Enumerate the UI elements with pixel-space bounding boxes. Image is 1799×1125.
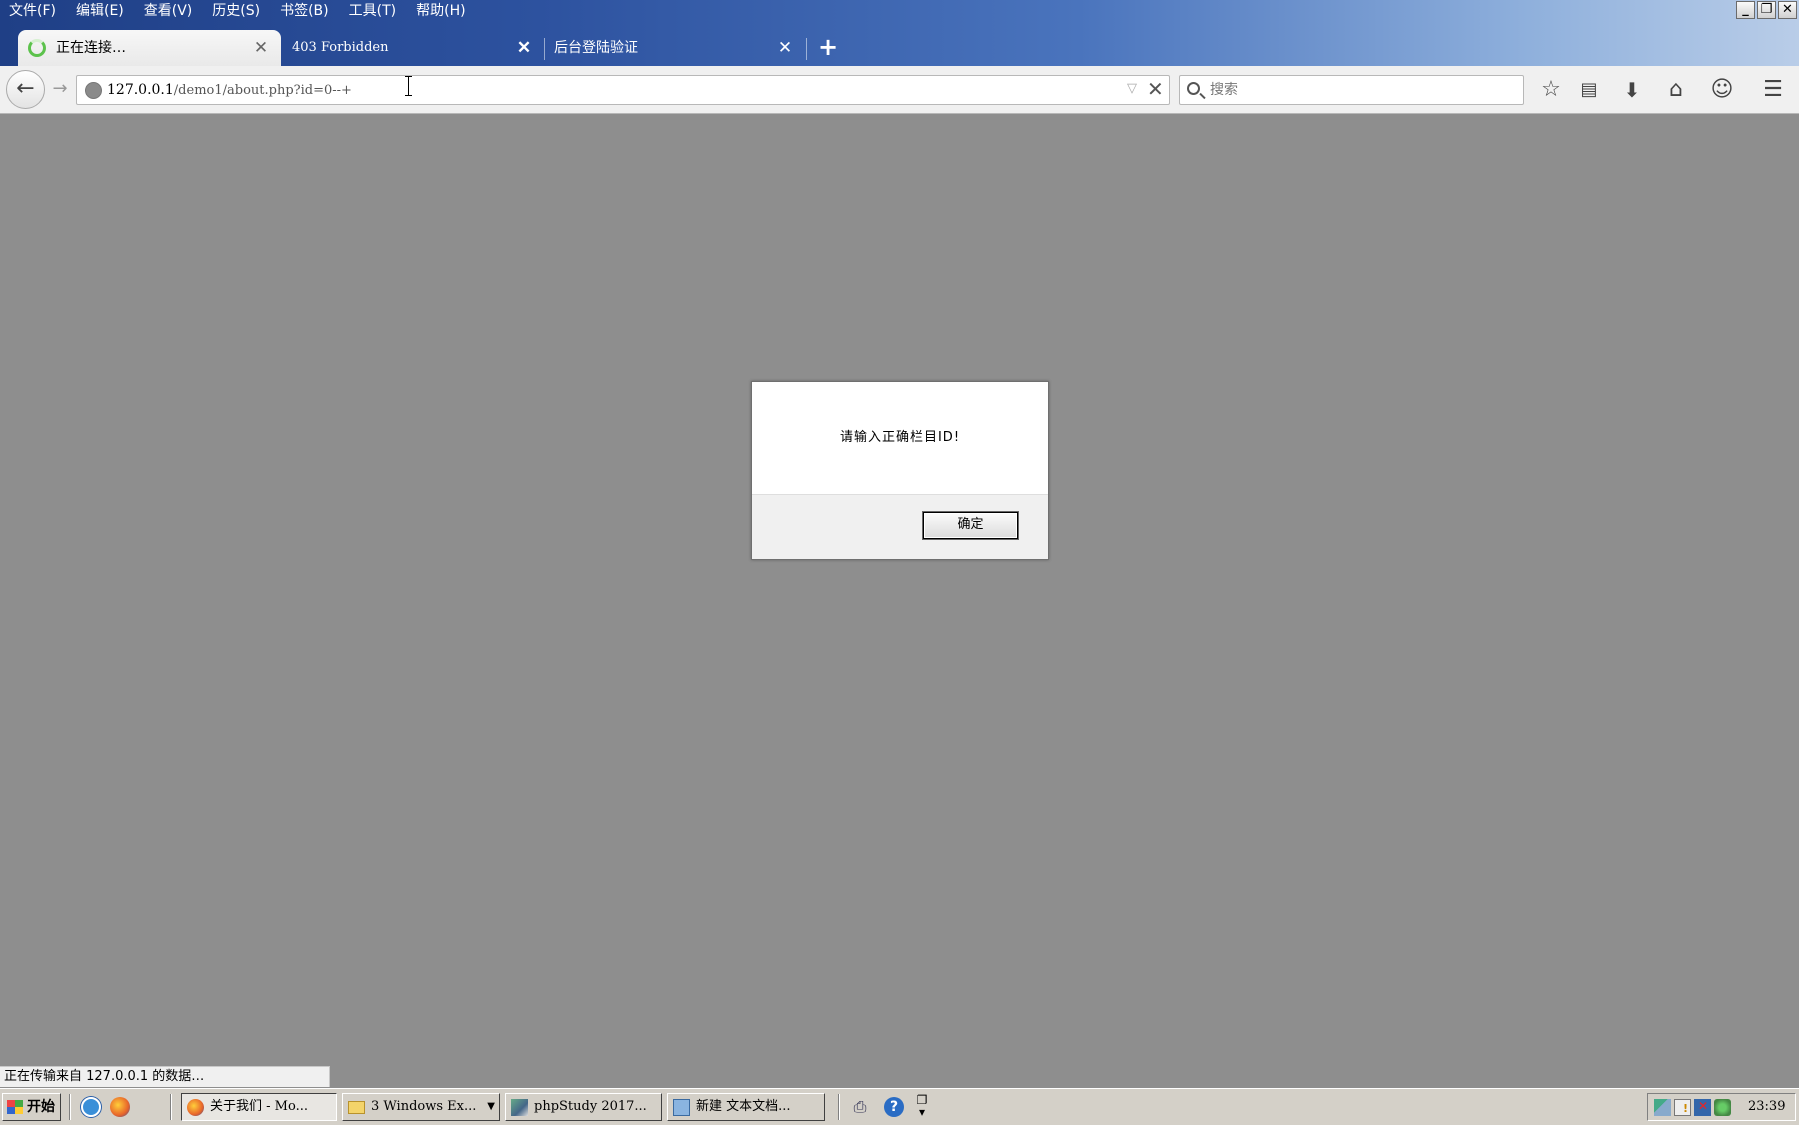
arrow-right-icon: → [52,78,68,99]
volume-icon[interactable] [1714,1099,1731,1116]
navigation-toolbar: ← → 127.0.0.1/demo1/about.php?id=0--+ ▽ … [0,66,1799,114]
menu-view[interactable]: 查看(V) [135,0,204,22]
notepad-icon [673,1099,690,1116]
forward-button[interactable]: → [49,78,71,100]
tab-title: 正在连接… [56,40,126,56]
dropdown-arrow-icon: ▼ [487,1101,495,1112]
search-icon [1187,82,1200,95]
alert-footer: 确定 [752,494,1048,559]
start-button[interactable]: 开始 [2,1093,61,1121]
clock[interactable]: 23:39 [1748,1094,1785,1120]
tab-divider [806,38,807,60]
back-button[interactable]: ← [6,70,45,109]
ok-button[interactable]: 确定 [923,512,1018,539]
new-tab-button[interactable]: + [816,35,840,60]
task-label: 关于我们 - Mo... [210,1099,308,1114]
windows-taskbar: 开始 关于我们 - Mo... 3 Windows Ex... ▼ phpStu… [0,1088,1799,1125]
hello-chat-icon[interactable]: ☺ [1708,76,1736,104]
alert-message: 请输入正确栏目ID! [839,430,961,445]
help-icon[interactable]: ? [884,1097,904,1117]
browser-titlebar: 文件(F) 编辑(E) 查看(V) 历史(S) 书签(B) 工具(T) 帮助(H… [0,0,1799,66]
taskbar-divider [838,1094,840,1120]
hamburger-menu-icon[interactable]: ☰ [1759,76,1787,104]
site-identity-icon[interactable] [85,82,102,99]
url-host: 127.0.0.1 [107,82,174,98]
taskbar-task-explorer[interactable]: 3 Windows Ex... ▼ [342,1093,500,1121]
phpstudy-icon [511,1099,528,1116]
start-label: 开始 [27,1099,55,1115]
mouse-text-cursor [405,76,412,96]
stop-loading-icon[interactable]: ✕ [1147,77,1164,101]
warning-icon[interactable] [1674,1099,1691,1116]
menu-help[interactable]: 帮助(H) [407,0,476,22]
menu-file[interactable]: 文件(F) [0,0,67,22]
url-text[interactable]: 127.0.0.1/demo1/about.php?id=0--+ [107,76,352,104]
task-label: 3 Windows Ex... [371,1099,477,1114]
download-icon[interactable]: ⬇ [1618,76,1646,104]
restore-button[interactable]: ❐ [1757,1,1776,19]
taskbar-divider [170,1094,172,1120]
firefox-icon[interactable] [110,1097,130,1117]
search-bar[interactable]: 搜索 [1179,75,1524,105]
network-icon[interactable] [1654,1099,1671,1116]
windows-logo-icon [7,1100,23,1114]
tab-close-icon[interactable]: ✕ [515,39,533,57]
tab-close-icon[interactable]: ✕ [776,39,794,57]
bookmarks-list-icon[interactable]: ▤ [1575,76,1603,104]
taskbar-task-notepad[interactable]: 新建 文本文档... [667,1093,825,1121]
tab-strip: 正在连接… ✕ 403 Forbidden ✕ 后台登陆验证 ✕ + [0,26,1799,66]
network-disconnected-icon[interactable] [1694,1099,1711,1116]
url-bar[interactable]: 127.0.0.1/demo1/about.php?id=0--+ ▽ ✕ [76,75,1170,105]
alert-dialog: 请输入正确栏目ID! 确定 [751,381,1049,560]
firefox-icon [187,1099,204,1116]
arrow-left-icon: ← [16,76,35,101]
url-path: /demo1/about.php?id=0--+ [173,83,352,98]
loading-spinner-icon [28,39,46,57]
page-content [0,115,1799,1084]
tab-close-icon[interactable]: ✕ [252,39,270,57]
menu-bookmarks[interactable]: 书签(B) [271,0,340,22]
home-icon[interactable]: ⌂ [1662,76,1690,104]
quicklaunch-more-icon[interactable]: ❐ ▾ [916,1094,928,1118]
tab-divider [544,38,545,60]
url-history-dropdown-icon[interactable]: ▽ [1127,81,1137,96]
search-input[interactable]: 搜索 [1210,76,1238,104]
status-panel: 正在传输来自 127.0.0.1 的数据… [0,1066,330,1087]
task-label: phpStudy 2017... [534,1099,647,1114]
status-text: 正在传输来自 127.0.0.1 的数据… [4,1069,205,1084]
menu-bar: 文件(F) 编辑(E) 查看(V) 历史(S) 书签(B) 工具(T) 帮助(H… [0,0,477,22]
taskbar-task-phpstudy[interactable]: phpStudy 2017... [505,1093,662,1121]
alert-body: 请输入正确栏目ID! [752,382,1048,494]
taskbar-divider [69,1094,71,1120]
menu-tools[interactable]: 工具(T) [340,0,407,22]
tab-title: 403 Forbidden [292,40,389,55]
task-label: 新建 文本文档... [696,1099,791,1114]
close-window-button[interactable]: ✕ [1778,1,1797,19]
tab-connecting[interactable]: 正在连接… ✕ [18,30,281,66]
tab-403-forbidden[interactable]: 403 Forbidden ✕ [285,30,540,66]
tab-title: 后台登陆验证 [554,40,638,56]
folder-icon [348,1101,365,1114]
system-tray: 23:39 [1647,1093,1796,1121]
window-controls: _ ❐ ✕ [1736,1,1797,19]
minimize-button[interactable]: _ [1736,1,1755,19]
printer-icon[interactable]: ⎙ [849,1097,871,1117]
internet-explorer-icon[interactable] [81,1097,101,1117]
menu-edit[interactable]: 编辑(E) [67,0,135,22]
taskbar-task-firefox[interactable]: 关于我们 - Mo... [181,1093,337,1121]
menu-history[interactable]: 历史(S) [203,0,271,22]
tab-admin-login[interactable]: 后台登陆验证 ✕ [548,30,803,66]
bookmark-star-icon[interactable]: ☆ [1537,76,1565,104]
